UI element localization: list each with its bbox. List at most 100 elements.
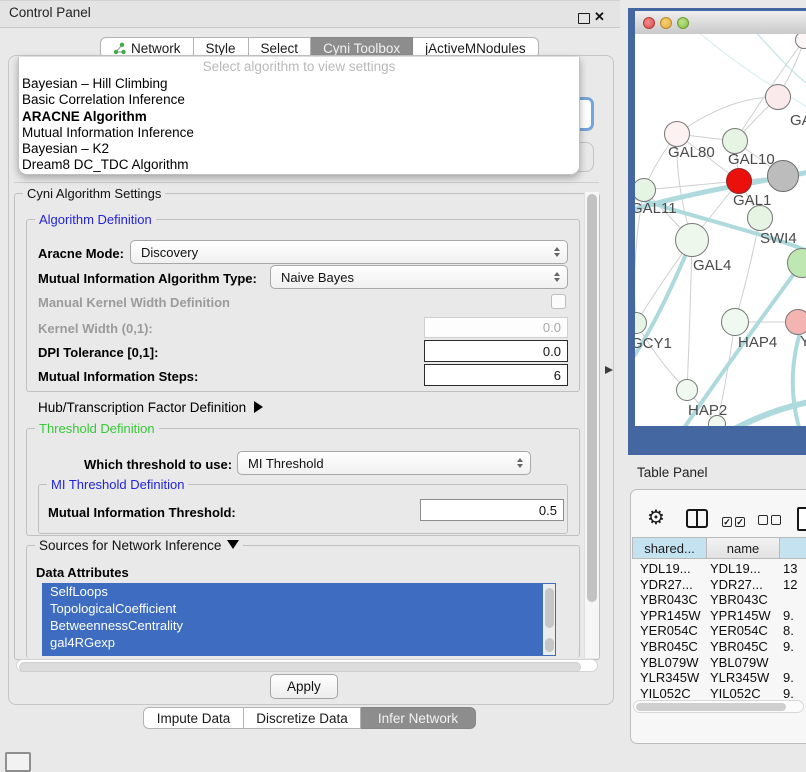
manual-kernel-label: Manual Kernel Width Definition <box>38 295 230 310</box>
column-header-shared[interactable]: shared... <box>632 537 707 559</box>
dropdown-item-selected[interactable]: ARACNE Algorithm <box>19 109 579 125</box>
node-label: GAL1 <box>733 192 771 209</box>
dpi-tolerance-input[interactable]: 0.0 <box>424 340 568 362</box>
dropdown-item[interactable]: Mutual Information Inference <box>19 125 579 141</box>
mi-steps-input[interactable]: 6 <box>424 364 568 386</box>
node-label: GAL11 <box>635 200 677 217</box>
combo-stepper-icon <box>554 247 560 257</box>
cyni-algorithm-settings-title: Cyni Algorithm Settings <box>23 186 165 201</box>
expand-right-icon <box>254 401 263 413</box>
table-row[interactable]: YIL052CYIL052C9. <box>632 686 806 698</box>
which-threshold-label: Which threshold to use: <box>84 457 232 472</box>
network-canvas[interactable]: GAL GAL80 GAL10 GAL1 GAL11 SWI4 GAL4 GCY… <box>635 34 806 426</box>
close-panel-icon[interactable]: ✕ <box>594 9 605 25</box>
network-window-titlebar[interactable] <box>635 11 806 35</box>
settings-horizontal-scrollbar[interactable] <box>16 659 598 672</box>
data-attributes-label: Data Attributes <box>36 565 129 580</box>
dropdown-item[interactable]: Dream8 DC_TDC Algorithm <box>19 157 579 173</box>
tab-discretize-data[interactable]: Discretize Data <box>244 707 361 729</box>
aracne-mode-label: Aracne Mode: <box>38 246 124 261</box>
deselect-all-icon[interactable] <box>758 513 784 528</box>
minimize-traffic-light[interactable] <box>660 17 672 29</box>
dropdown-item[interactable]: Basic Correlation Inference <box>19 92 579 108</box>
control-panel-title: Control Panel <box>9 5 91 20</box>
sources-title-expander[interactable]: Sources for Network Inference <box>35 538 243 553</box>
select-all-icon[interactable]: ✓✓ <box>722 513 748 528</box>
list-item[interactable]: TopologicalCoefficient <box>42 600 556 617</box>
kernel-width-label: Kernel Width (0,1): <box>38 321 153 336</box>
network-node-hap4[interactable] <box>721 308 749 336</box>
zoom-traffic-light[interactable] <box>677 17 689 29</box>
node-label: SWI4 <box>760 230 797 247</box>
network-node-gal1[interactable] <box>726 168 752 194</box>
algorithm-definition-title: Algorithm Definition <box>35 212 156 227</box>
combo-stepper-icon <box>517 458 523 468</box>
table-row[interactable]: YBR043CYBR043C <box>632 592 806 608</box>
dpi-tolerance-label: DPI Tolerance [0,1]: <box>38 345 158 360</box>
table-horizontal-scrollbar[interactable] <box>633 700 804 713</box>
mi-type-combobox[interactable]: Naive Bayes <box>270 265 568 289</box>
dropdown-item[interactable]: Bayesian – K2 <box>19 141 579 157</box>
dropdown-item[interactable]: Bayesian – Hill Climbing <box>19 76 579 92</box>
mi-steps-label: Mutual Information Steps: <box>38 369 198 384</box>
bottom-tabs: Impute Data Discretize Data Infer Networ… <box>143 707 476 729</box>
control-panel-titlebar <box>0 0 620 28</box>
mi-threshold-title: MI Threshold Definition <box>47 477 188 492</box>
tab-infer-network[interactable]: Infer Network <box>361 707 476 729</box>
network-node-gal4[interactable] <box>675 223 709 257</box>
network-node-gal[interactable] <box>765 84 791 110</box>
network-node-salmon[interactable] <box>785 309 806 335</box>
network-window: GAL GAL80 GAL10 GAL1 GAL11 SWI4 GAL4 GCY… <box>628 8 806 455</box>
settings-gear-icon[interactable]: ⚙ <box>647 505 665 530</box>
mi-threshold-label: Mutual Information Threshold: <box>48 505 236 520</box>
hub-definition-expander[interactable]: Hub/Transcription Factor Definition <box>38 400 263 415</box>
table-row[interactable]: YER054CYER054C8. <box>632 623 806 639</box>
node-label: HAP2 <box>688 402 727 419</box>
column-header-cut[interactable] <box>779 537 806 559</box>
node-label: GAL4 <box>693 257 731 274</box>
node-label: GAL80 <box>668 144 715 161</box>
network-node-hap2[interactable] <box>676 379 698 401</box>
new-table-icon[interactable] <box>797 507 806 531</box>
table-row[interactable]: YBL079WYBL079W <box>632 655 806 671</box>
node-label: GAL <box>790 112 806 129</box>
float-panel-icon[interactable] <box>578 13 590 24</box>
mouse-cursor <box>605 366 613 374</box>
list-item[interactable]: gal4RGexp <box>42 634 556 651</box>
close-traffic-light[interactable] <box>643 17 655 29</box>
network-tab-icon <box>113 42 126 55</box>
settings-vertical-scrollbar[interactable] <box>584 192 599 658</box>
table-row[interactable]: YDL19...YDL19...13 <box>632 561 806 577</box>
table-row[interactable]: YLR345WYLR345W9. <box>632 670 806 686</box>
algorithm-dropdown-popup: Select algorithm to view settings Bayesi… <box>18 57 580 175</box>
list-item[interactable]: SelfLoops <box>42 583 556 600</box>
list-vertical-scrollbar[interactable] <box>543 584 555 655</box>
mi-type-label: Mutual Information Algorithm Type: <box>38 271 257 286</box>
list-item[interactable]: BetweennessCentrality <box>42 617 556 634</box>
dropdown-placeholder: Select algorithm to view settings <box>19 57 579 76</box>
kernel-width-input[interactable]: 0.0 <box>424 317 568 338</box>
which-threshold-combobox[interactable]: MI Threshold <box>237 451 531 475</box>
combo-stepper-icon <box>554 272 560 282</box>
table-row[interactable]: YBR045CYBR045C9. <box>632 639 806 655</box>
table-rows: YDL19...YDL19...13 YDR27...YDR27...12 YB… <box>632 561 806 698</box>
section-divider <box>14 182 599 183</box>
node-label: HAP4 <box>738 334 777 351</box>
data-attributes-list: SelfLoops TopologicalCoefficient Between… <box>42 583 556 656</box>
tab-impute-data[interactable]: Impute Data <box>143 707 244 729</box>
apply-button[interactable]: Apply <box>270 674 338 699</box>
aracne-mode-combobox[interactable]: Discovery <box>130 240 568 264</box>
table-panel-title: Table Panel <box>637 465 708 480</box>
table-row[interactable]: YPR145WYPR145W9. <box>632 608 806 624</box>
node-label: GAL10 <box>728 151 775 168</box>
minimized-panel-chip[interactable] <box>5 752 31 772</box>
column-view-icon[interactable] <box>686 509 708 528</box>
node-label: GCY1 <box>635 335 672 352</box>
table-row[interactable]: YDR27...YDR27...12 <box>632 577 806 593</box>
threshold-definition-title: Threshold Definition <box>35 421 159 436</box>
mi-threshold-input[interactable]: 0.5 <box>420 499 564 521</box>
node-label: Y <box>800 333 806 350</box>
column-header-name[interactable]: name <box>706 537 780 559</box>
expand-down-icon <box>227 540 239 549</box>
manual-kernel-checkbox[interactable] <box>551 294 566 309</box>
